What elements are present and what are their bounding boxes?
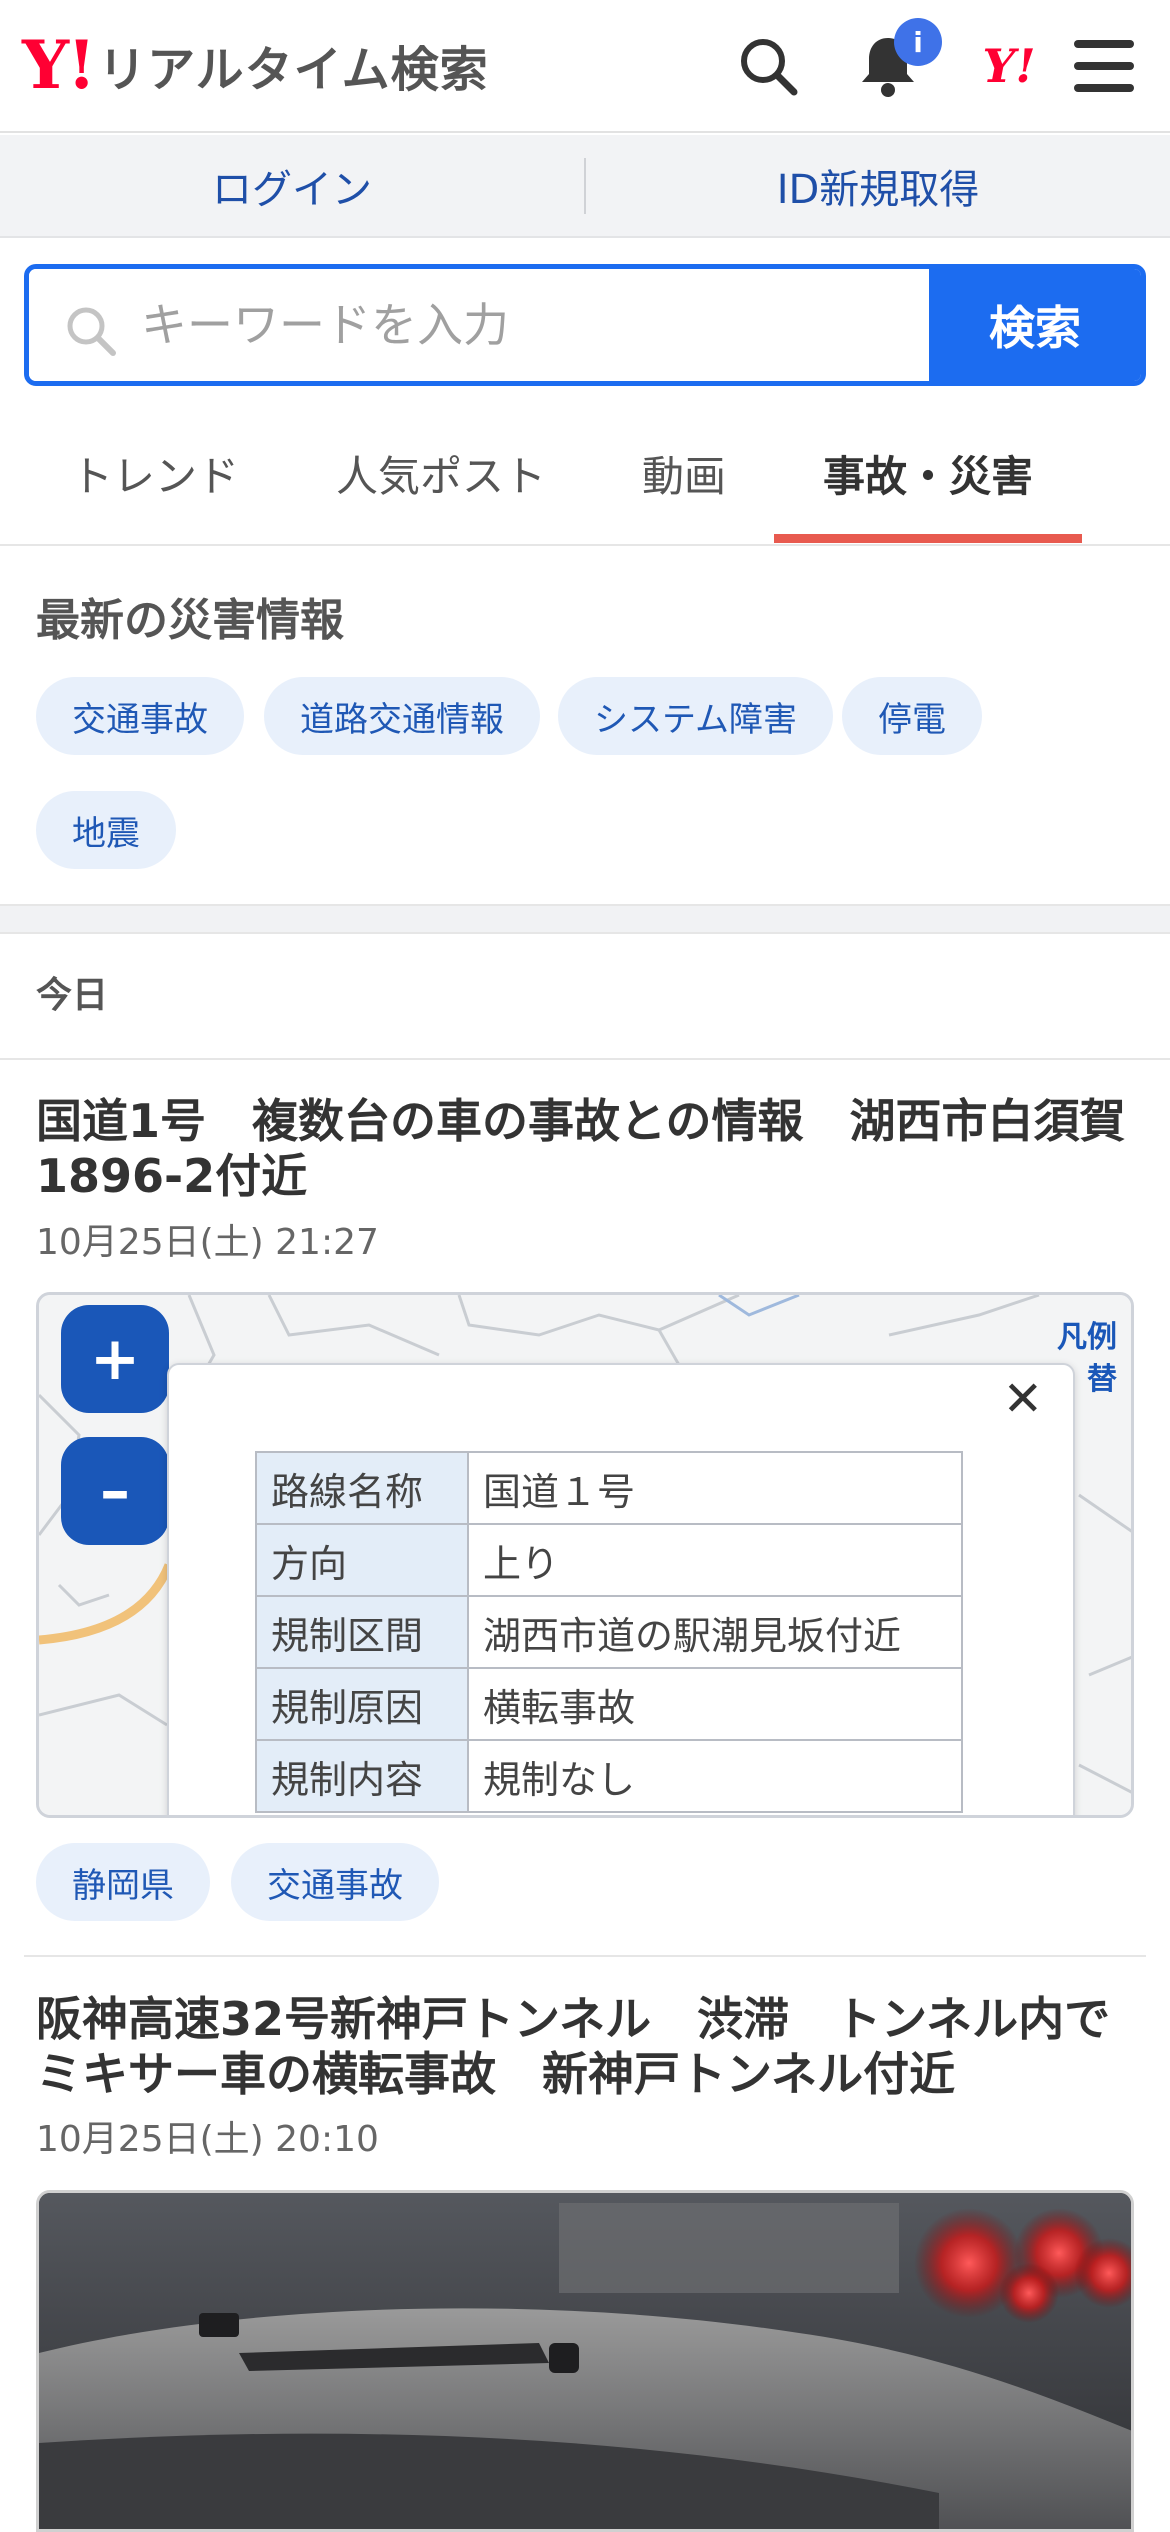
tab-popular-posts[interactable]: 人気ポスト [316, 400, 566, 546]
table-row: 路線名称 国道１号 [255, 1451, 963, 1525]
tab-video[interactable]: 動画 [616, 400, 752, 546]
map-info-popup: ✕ 路線名称 国道１号 方向 上り 規制区間 湖西市道の駅潮見坂付近 規制原因 … [167, 1363, 1075, 1815]
traffic-map[interactable]: + – 凡例 替 ✕ 路線名称 国道１号 方向 上り 規制区間 湖西市道の駅潮見… [36, 1292, 1134, 1818]
table-key: 規制区間 [255, 1595, 469, 1669]
disaster-tag[interactable]: 交通事故 [36, 677, 244, 755]
table-row: 規制内容 規制なし [255, 1739, 963, 1813]
disaster-tag[interactable]: 道路交通情報 [264, 677, 540, 755]
table-value: 上り [467, 1523, 963, 1597]
zoom-in-button[interactable]: + [61, 1305, 169, 1413]
table-value: 規制なし [467, 1739, 963, 1813]
disaster-tag[interactable]: 地震 [36, 791, 176, 869]
table-row: 方向 上り [255, 1523, 963, 1597]
account-bar: ログイン ID新規取得 [0, 135, 1170, 238]
search-input[interactable] [141, 269, 841, 381]
table-key: 方向 [255, 1523, 469, 1597]
hamburger-menu-icon[interactable] [1064, 26, 1144, 106]
day-label: 今日 [36, 975, 109, 1016]
post-timestamp: 10月25日(土) 21:27 [36, 1222, 379, 1263]
search-button[interactable]: 検索 [929, 269, 1141, 381]
logo-mark: Y! [22, 26, 96, 104]
tab-accident-disaster[interactable]: 事故・災害 [774, 400, 1082, 546]
post-tag[interactable]: 静岡県 [36, 1843, 210, 1921]
login-link[interactable]: ログイン [0, 157, 584, 215]
search-field [29, 269, 929, 381]
tab-trend[interactable]: トレンド [40, 400, 270, 546]
logo-text: リアルタイム検索 [98, 42, 489, 98]
map-legend-line1: 凡例 [1057, 1320, 1117, 1355]
yahoo-japan-logo[interactable]: Y! [966, 26, 1052, 106]
notification-bell-icon[interactable]: i [848, 18, 942, 106]
post-title[interactable]: 阪神高速32号新神戸トンネル 渋滞 トンネル内でミキサー車の横転事故 新神戸トン… [36, 1992, 1146, 2102]
table-key: 規制内容 [255, 1739, 469, 1813]
disaster-tag[interactable]: システム障害 [558, 677, 833, 755]
active-tab-indicator [774, 534, 1082, 543]
section-separator [0, 904, 1170, 934]
zoom-out-button[interactable]: – [61, 1437, 169, 1545]
post-tag[interactable]: 交通事故 [231, 1843, 439, 1921]
table-value: 横転事故 [467, 1667, 963, 1741]
post-photo[interactable] [36, 2190, 1134, 2532]
regulation-table: 路線名称 国道１号 方向 上り 規制区間 湖西市道の駅潮見坂付近 規制原因 横転… [255, 1451, 963, 1813]
disaster-tag[interactable]: 停電 [842, 677, 982, 755]
divider [24, 1955, 1146, 1957]
yahoo-japan-logo-text: Y! [982, 39, 1036, 93]
yahoo-realtime-logo[interactable]: Y! リアルタイム検索 [22, 30, 489, 100]
table-key: 路線名称 [255, 1451, 469, 1525]
app-header: Y! リアルタイム検索 i Y! [0, 0, 1170, 133]
close-icon[interactable]: ✕ [1003, 1371, 1043, 1427]
search-box: 検索 [24, 264, 1146, 386]
table-key: 規制原因 [255, 1667, 469, 1741]
disaster-section-title: 最新の災害情報 [36, 595, 344, 646]
photo-image [39, 2193, 1131, 2529]
category-tabs: トレンド 人気ポスト 動画 事故・災害 [0, 400, 1170, 546]
signup-link[interactable]: ID新規取得 [586, 157, 1170, 215]
search-field-icon [67, 307, 116, 356]
divider [0, 1058, 1170, 1060]
post-timestamp: 10月25日(土) 20:10 [36, 2119, 379, 2160]
search-icon[interactable] [728, 26, 808, 106]
table-value: 湖西市道の駅潮見坂付近 [467, 1595, 963, 1669]
table-value: 国道１号 [467, 1451, 963, 1525]
post-title[interactable]: 国道1号 複数台の車の事故との情報 湖西市白須賀1896-2付近 [36, 1094, 1146, 1204]
notification-badge: i [894, 18, 942, 66]
table-row: 規制区間 湖西市道の駅潮見坂付近 [255, 1595, 963, 1669]
table-row: 規制原因 横転事故 [255, 1667, 963, 1741]
